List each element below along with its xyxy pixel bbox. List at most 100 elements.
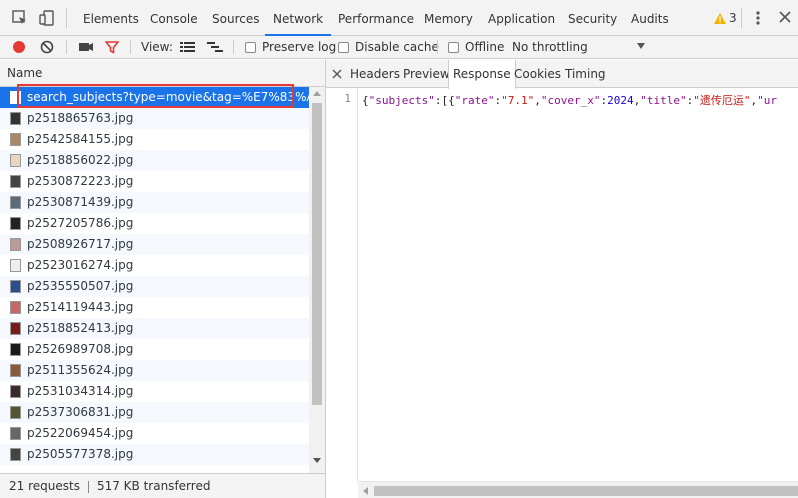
- request-row[interactable]: p2522069454.jpg: [0, 423, 309, 444]
- request-name: p2535550507.jpg: [27, 279, 134, 293]
- image-file-icon: [10, 217, 21, 230]
- request-row[interactable]: p2535550507.jpg: [0, 276, 309, 297]
- request-details-pane: Headers Preview Response Cookies Timing …: [326, 60, 798, 498]
- view-label-wrap: View:: [141, 36, 173, 58]
- request-row[interactable]: p2526989708.jpg: [0, 339, 309, 360]
- image-file-icon: [10, 301, 21, 314]
- request-name: p2542584155.jpg: [27, 132, 134, 146]
- request-row[interactable]: p2511355624.jpg: [0, 360, 309, 381]
- image-file-icon: [10, 175, 21, 188]
- request-row[interactable]: p2518865763.jpg: [0, 108, 309, 129]
- response-body[interactable]: {"subjects":[{"rate":"7.1","cover_x":202…: [362, 92, 798, 108]
- image-file-icon: [10, 427, 21, 440]
- scrollbar-thumb[interactable]: [374, 486, 798, 496]
- filter-icon[interactable]: [105, 36, 119, 58]
- offline-label: Offline: [465, 40, 505, 54]
- record-icon[interactable]: [12, 36, 26, 58]
- large-rows-icon[interactable]: [180, 36, 195, 58]
- tab-audits[interactable]: Audits: [631, 0, 669, 36]
- tab-cookies[interactable]: Cookies: [514, 60, 561, 88]
- preserve-log-label: Preserve log: [262, 40, 337, 54]
- image-file-icon: [10, 154, 21, 167]
- request-row[interactable]: p2542584155.jpg: [0, 129, 309, 150]
- request-row[interactable]: p2527205786.jpg: [0, 213, 309, 234]
- tab-security[interactable]: Security: [568, 0, 617, 36]
- status-divider: [87, 480, 89, 493]
- checkbox-box: [448, 41, 459, 53]
- request-row-selected[interactable]: search_subjects?type=movie&tag=%E7%83%AD…: [0, 87, 309, 108]
- request-row[interactable]: p2518856022.jpg: [0, 150, 309, 171]
- checkbox-box: [245, 41, 256, 53]
- image-file-icon: [10, 196, 21, 209]
- code-punct: ,: [534, 94, 541, 107]
- request-row[interactable]: p2537306831.jpg: [0, 402, 309, 423]
- preserve-log-checkbox[interactable]: Preserve log: [245, 36, 336, 58]
- more-options-icon[interactable]: [752, 9, 764, 27]
- tab-elements[interactable]: Elements: [83, 0, 139, 36]
- request-name: p2530872223.jpg: [27, 174, 134, 188]
- tab-headers[interactable]: Headers: [350, 60, 400, 88]
- tab-network[interactable]: Network: [264, 0, 332, 36]
- request-row[interactable]: p2530872223.jpg: [0, 171, 309, 192]
- tab-timing[interactable]: Timing: [565, 60, 606, 88]
- chevron-down-icon[interactable]: [637, 43, 645, 49]
- tab-response[interactable]: Response: [448, 60, 516, 89]
- tab-application[interactable]: Application: [488, 0, 555, 36]
- tab-memory[interactable]: Memory: [424, 0, 473, 36]
- document-icon: [10, 91, 21, 104]
- request-list-scrollbar[interactable]: [309, 87, 325, 473]
- code-punct: :[{: [434, 94, 455, 107]
- image-file-icon: [10, 133, 21, 146]
- toolbar-divider: [130, 40, 131, 54]
- device-toolbar-icon[interactable]: [38, 9, 56, 27]
- inspect-element-icon[interactable]: [11, 9, 29, 27]
- json-key: "cover_x": [540, 94, 601, 107]
- request-row[interactable]: p2531034314.jpg: [0, 381, 309, 402]
- request-name: p2530871439.jpg: [27, 195, 134, 209]
- line-number-gutter: 1: [326, 88, 358, 481]
- scroll-down-icon[interactable]: [313, 458, 321, 463]
- request-name: p2526989708.jpg: [27, 342, 134, 356]
- request-row[interactable]: p2518852413.jpg: [0, 318, 309, 339]
- tab-sources[interactable]: Sources: [212, 0, 259, 36]
- disable-cache-checkbox[interactable]: Disable cache: [338, 36, 439, 58]
- request-name: p2522069454.jpg: [27, 426, 134, 440]
- request-name: p2518865763.jpg: [27, 111, 134, 125]
- tab-console[interactable]: Console: [150, 0, 198, 36]
- request-row[interactable]: p2508926717.jpg: [0, 234, 309, 255]
- screenshot-capture-icon[interactable]: [78, 36, 94, 58]
- request-name: search_subjects?type=movie&tag=%E7%83%AD…: [27, 90, 309, 104]
- image-file-icon: [10, 238, 21, 251]
- close-devtools-icon[interactable]: [778, 10, 792, 24]
- scrollbar-thumb[interactable]: [312, 103, 322, 405]
- name-column-header[interactable]: Name: [0, 60, 325, 87]
- request-list-pane: Name search_subjects?type=movie&tag=%E7%…: [0, 60, 326, 498]
- image-file-icon: [10, 385, 21, 398]
- throttling-select[interactable]: No throttling: [512, 36, 588, 58]
- response-horizontal-scrollbar[interactable]: [358, 481, 798, 498]
- warning-count: 3: [729, 11, 737, 25]
- network-toolbar: View: Preserve log Disable cache Offline…: [0, 36, 798, 59]
- clear-icon[interactable]: [40, 36, 54, 58]
- offline-checkbox[interactable]: Offline: [448, 36, 504, 58]
- scroll-up-icon[interactable]: [313, 91, 321, 96]
- request-name: p2518856022.jpg: [27, 153, 134, 167]
- scroll-left-icon[interactable]: [363, 487, 368, 495]
- warnings-counter[interactable]: 3: [714, 11, 737, 25]
- code-punct: {: [362, 94, 369, 107]
- details-tab-bar: Headers Preview Response Cookies Timing: [326, 60, 798, 89]
- tab-divider: [741, 8, 742, 28]
- json-key: "title": [640, 94, 687, 107]
- tab-performance[interactable]: Performance: [338, 0, 414, 36]
- request-name: p2537306831.jpg: [27, 405, 134, 419]
- image-file-icon: [10, 112, 21, 125]
- request-row[interactable]: p2514119443.jpg: [0, 297, 309, 318]
- request-row[interactable]: p2505577378.jpg: [0, 444, 309, 465]
- tab-preview[interactable]: Preview: [403, 60, 450, 88]
- waterfall-view-icon[interactable]: [207, 36, 223, 58]
- request-name: p2505577378.jpg: [27, 447, 134, 461]
- request-row[interactable]: p2523016274.jpg: [0, 255, 309, 276]
- json-string: "7.1": [501, 94, 535, 107]
- request-row[interactable]: p2530871439.jpg: [0, 192, 309, 213]
- close-details-icon[interactable]: [332, 68, 342, 79]
